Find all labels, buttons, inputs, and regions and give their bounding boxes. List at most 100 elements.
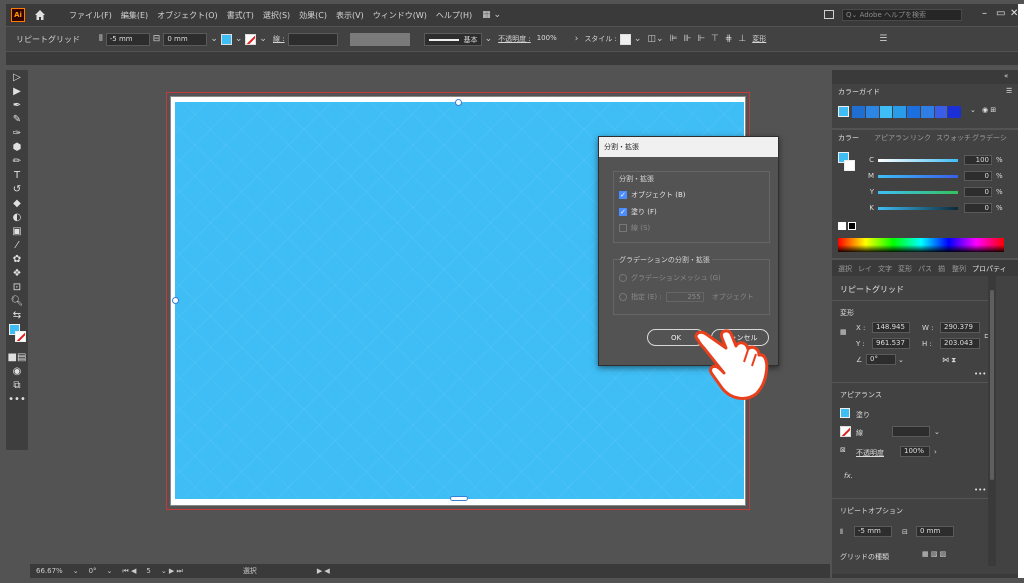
tab-align[interactable]: 揃 <box>938 264 945 274</box>
appearance-opacity-label[interactable]: 不透明度 <box>856 448 884 458</box>
zoom-dropdown-icon[interactable]: ⌄ <box>73 567 79 575</box>
rotation-dropdown-icon[interactable]: ⌄ <box>107 567 113 575</box>
h-field[interactable]: 203.043 <box>940 338 980 349</box>
fill-dropdown-icon[interactable]: ⌄ <box>235 34 243 44</box>
repeat-h-spacing-field[interactable]: -5 mm <box>854 526 892 537</box>
shape-builder-tool-icon[interactable]: ◐ <box>6 210 28 224</box>
collapse-panels-icon[interactable]: « <box>1004 72 1008 80</box>
menu-type[interactable]: 書式(T) <box>227 10 254 21</box>
variable-width-profile[interactable] <box>349 32 410 46</box>
k-slider[interactable] <box>878 206 958 210</box>
pen-tool-icon[interactable]: ✒ <box>6 98 28 112</box>
color-guide-menu-icon[interactable]: ☰ <box>1006 87 1012 95</box>
stroke-swatch-icon[interactable] <box>15 331 26 342</box>
appearance-more-icon[interactable]: ••• <box>974 486 986 494</box>
harmony-swatch[interactable] <box>865 106 880 118</box>
eraser-tool-icon[interactable]: ◆ <box>6 196 28 210</box>
stroke-weight-label[interactable]: 線 : <box>273 34 285 44</box>
tab-color[interactable]: カラー <box>838 133 859 143</box>
brush-definition-dropdown[interactable]: 基本 <box>423 32 482 46</box>
align-bottom-icon[interactable]: ⊥ <box>738 34 746 44</box>
grid-type-buttons[interactable]: ▦ ▧ ▨ <box>922 550 946 558</box>
y-value[interactable]: 0 <box>964 187 992 197</box>
tab-appearance[interactable]: アピアラン <box>874 133 909 143</box>
stroke-dropdown-icon[interactable]: ⌄ <box>259 34 267 44</box>
angle-dropdown-icon[interactable]: ⌄ <box>898 356 904 364</box>
appearance-opacity-field[interactable]: 100% <box>900 446 930 457</box>
drawing-mode-icon[interactable]: ◉ <box>6 364 28 378</box>
align-center-icon[interactable]: ⊪ <box>683 34 691 44</box>
align-middle-icon[interactable]: ⋕ <box>725 34 733 44</box>
stroke-weight-field[interactable] <box>287 32 338 46</box>
color-guide-tab[interactable]: カラーガイド <box>838 87 880 97</box>
direct-selection-tool-icon[interactable]: ▶ <box>6 84 28 98</box>
home-icon[interactable] <box>33 8 47 22</box>
tab-gradient[interactable]: グラデーシ <box>972 133 1007 143</box>
y-slider[interactable] <box>878 190 958 194</box>
tab-pathfinder[interactable]: パス <box>918 264 932 274</box>
add-anchor-tool-icon[interactable]: ✑ <box>6 126 28 140</box>
opacity-label[interactable]: 不透明度 : <box>498 34 531 44</box>
pencil-tool-icon[interactable]: ✏ <box>6 154 28 168</box>
bottom-grid-handle[interactable] <box>450 496 468 501</box>
flip-icons[interactable]: ⋈ ⧗ <box>942 356 956 365</box>
first-artboard-icon[interactable]: ⏮ ◀ <box>122 567 136 576</box>
align-left-icon[interactable]: ⊫ <box>670 34 678 44</box>
help-search-input[interactable]: Q⌄ Adobe ヘルプを検索 <box>842 9 962 21</box>
c-slider-row[interactable]: C 100 % <box>854 154 1024 166</box>
more-tools-icon[interactable]: ••• <box>6 392 28 406</box>
harmony-swatch[interactable] <box>948 106 962 118</box>
fill-checkbox[interactable]: ✓ <box>619 208 627 216</box>
menu-object[interactable]: オブジェクト(O) <box>157 10 218 21</box>
minimize-icon[interactable]: – <box>982 8 987 19</box>
maximize-icon[interactable]: ▭ <box>996 8 1005 19</box>
object-checkbox-row[interactable]: ✓ オブジェクト (B) <box>619 190 686 200</box>
rotate-tool-icon[interactable]: ↺ <box>6 182 28 196</box>
graphic-style-swatch[interactable] <box>619 33 631 45</box>
angle-field[interactable]: 0° <box>866 354 896 365</box>
m-value[interactable]: 0 <box>964 171 992 181</box>
artboard-number[interactable]: 5 <box>146 567 150 575</box>
menu-view[interactable]: 表示(V) <box>336 10 364 21</box>
opacity-field[interactable]: 100% <box>534 33 572 46</box>
color-mode-icon[interactable]: ■▤ <box>6 350 28 364</box>
tab-select[interactable]: 選択 <box>838 264 852 274</box>
appearance-stroke-weight[interactable] <box>892 426 930 437</box>
c-slider[interactable] <box>878 158 958 162</box>
x-field[interactable]: 148.945 <box>872 322 910 333</box>
edit-colors-icon[interactable]: ◉ ⊞ <box>982 106 996 114</box>
brush-dropdown-icon[interactable]: ⌄ <box>485 34 493 44</box>
tab-character[interactable]: 文字 <box>878 264 892 274</box>
menu-help[interactable]: ヘルプ(H) <box>436 10 472 21</box>
style-dropdown-icon[interactable]: ⌄ <box>634 34 642 44</box>
zoom-tool-icon[interactable]: 🔍︎ <box>6 294 28 308</box>
appearance-fill-swatch[interactable] <box>840 408 850 418</box>
workspace-switcher-icon[interactable]: ▦ ⌄ <box>482 10 501 20</box>
swap-fill-stroke-icon[interactable]: ⇆ <box>6 308 28 322</box>
polygon-tool-icon[interactable]: ⬢ <box>6 140 28 154</box>
menu-select[interactable]: 選択(S) <box>263 10 290 21</box>
opacity-expand-icon[interactable]: › <box>575 34 579 44</box>
y-field[interactable]: 961.537 <box>872 338 910 349</box>
harmony-color-strip[interactable] <box>852 106 962 118</box>
repeat-v-spacing-field[interactable]: 0 mm <box>916 526 954 537</box>
blend-tool-icon[interactable]: ✿ <box>6 252 28 266</box>
left-center-handle[interactable] <box>172 297 179 304</box>
stroke-color-swatch[interactable] <box>245 33 257 45</box>
dropdown-chevron-icon[interactable]: ⌄ <box>210 34 218 44</box>
tab-distribute[interactable]: 整列 <box>952 264 966 274</box>
tab-transform[interactable]: 変形 <box>898 264 912 274</box>
fill-color-swatch[interactable] <box>220 33 232 45</box>
status-arrow-icons[interactable]: ▶ ◀ <box>317 567 330 575</box>
c-value[interactable]: 100 <box>964 155 992 165</box>
harmony-swatch[interactable] <box>907 106 921 118</box>
menu-effect[interactable]: 効果(C) <box>299 10 327 21</box>
harmony-swatch[interactable] <box>879 106 894 118</box>
menu-window[interactable]: ウィンドウ(W) <box>373 10 427 21</box>
k-slider-row[interactable]: K 0 % <box>854 202 1024 214</box>
m-slider[interactable] <box>878 174 958 178</box>
fx-icon[interactable]: fx. <box>844 472 853 480</box>
symbol-sprayer-tool-icon[interactable]: ❖ <box>6 266 28 280</box>
stroke-weight-dropdown-icon[interactable]: ⌄ <box>934 428 940 436</box>
tab-layers[interactable]: レイ <box>858 264 872 274</box>
